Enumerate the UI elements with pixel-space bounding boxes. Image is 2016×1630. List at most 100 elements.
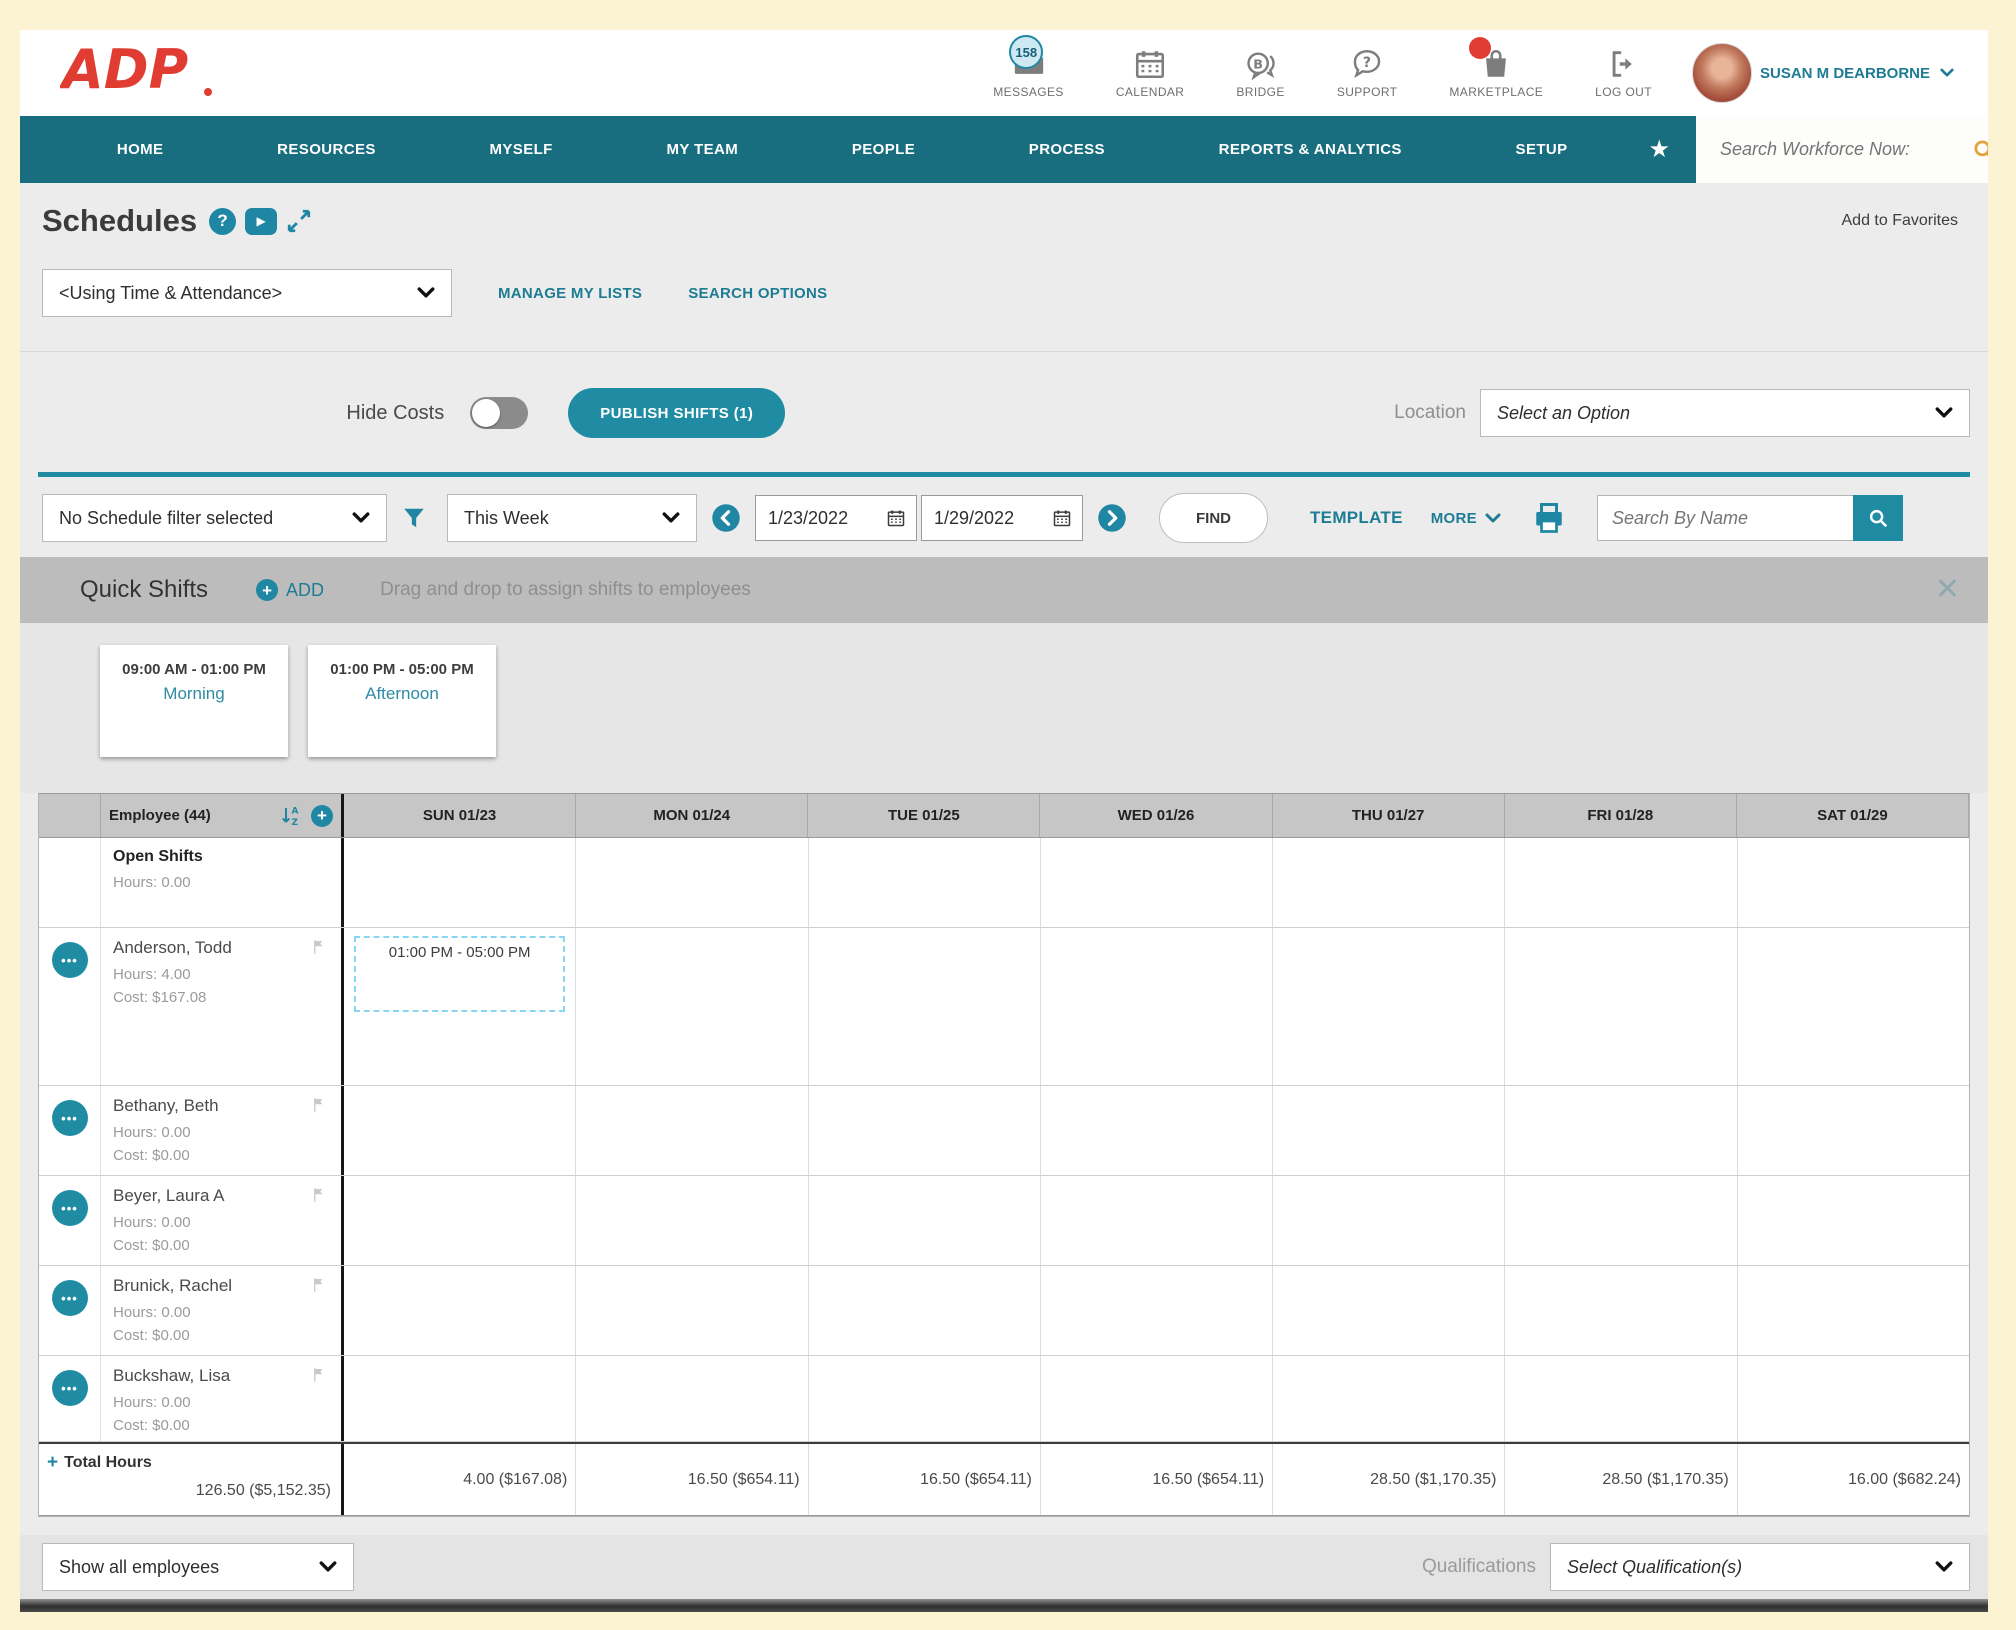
quick-shift-card-morning[interactable]: 09:00 AM - 01:00 PM Morning — [100, 645, 288, 757]
qualifications-select[interactable]: Select Qualification(s) — [1550, 1543, 1970, 1591]
flag-icon[interactable] — [311, 1186, 329, 1204]
marketplace-button[interactable]: MARKETPLACE — [1449, 47, 1543, 99]
schedule-cell[interactable] — [1273, 1176, 1505, 1265]
help-icon[interactable]: ? — [209, 208, 236, 235]
nav-my-team[interactable]: MY TEAM — [666, 141, 738, 158]
schedule-cell[interactable] — [344, 838, 576, 927]
day-header-wed[interactable]: WED 01/26 — [1040, 794, 1272, 837]
next-week-button[interactable] — [1097, 503, 1127, 533]
schedule-cell[interactable] — [1505, 1356, 1737, 1441]
schedule-cell[interactable] — [1738, 1086, 1969, 1175]
user-avatar[interactable] — [1692, 43, 1752, 103]
schedule-cell[interactable] — [1041, 838, 1273, 927]
day-header-tue[interactable]: TUE 01/25 — [808, 794, 1040, 837]
calendar-button[interactable]: CALENDAR — [1116, 47, 1185, 99]
schedule-cell[interactable] — [1041, 1086, 1273, 1175]
schedule-cell[interactable] — [809, 928, 1041, 1085]
search-by-name-input[interactable] — [1597, 495, 1853, 541]
schedule-cell[interactable] — [344, 1086, 576, 1175]
favorites-star-icon[interactable]: ★ — [1648, 116, 1670, 183]
search-options-link[interactable]: SEARCH OPTIONS — [688, 285, 827, 302]
schedule-cell[interactable] — [1041, 1266, 1273, 1355]
schedule-cell[interactable] — [576, 838, 808, 927]
start-date-input[interactable] — [766, 507, 886, 530]
schedule-cell[interactable] — [1505, 1266, 1737, 1355]
row-actions-menu[interactable]: ••• — [52, 1370, 88, 1406]
schedule-cell[interactable]: 01:00 PM - 05:00 PM — [344, 928, 576, 1085]
schedule-cell[interactable] — [1505, 838, 1737, 927]
calendar-icon[interactable] — [886, 508, 906, 528]
print-icon[interactable] — [1531, 500, 1567, 536]
user-menu[interactable]: SUSAN M DEARBORNE — [1760, 65, 1954, 82]
schedule-cell[interactable] — [809, 1086, 1041, 1175]
sort-az-icon[interactable] — [279, 804, 303, 828]
day-header-mon[interactable]: MON 01/24 — [576, 794, 808, 837]
add-to-favorites-link[interactable]: Add to Favorites — [1842, 212, 1959, 230]
publish-shifts-button[interactable]: PUBLISH SHIFTS (1) — [568, 388, 785, 438]
template-link[interactable]: TEMPLATE — [1310, 508, 1403, 528]
schedule-cell[interactable] — [1738, 1356, 1969, 1441]
day-header-sun[interactable]: SUN 01/23 — [344, 794, 576, 837]
day-header-fri[interactable]: FRI 01/28 — [1505, 794, 1737, 837]
add-quick-shift-button[interactable]: + ADD — [256, 579, 324, 601]
schedule-cell[interactable] — [1505, 1086, 1737, 1175]
end-date-input[interactable] — [932, 507, 1052, 530]
quick-shift-card-afternoon[interactable]: 01:00 PM - 05:00 PM Afternoon — [308, 645, 496, 757]
bridge-button[interactable]: BRIDGE — [1236, 47, 1284, 99]
flag-icon[interactable] — [311, 1366, 329, 1384]
nav-myself[interactable]: MYSELF — [489, 141, 552, 158]
schedule-cell[interactable] — [1041, 928, 1273, 1085]
filter-funnel-icon[interactable] — [401, 505, 427, 531]
horizontal-scrollbar[interactable] — [20, 1599, 1988, 1612]
row-actions-menu[interactable]: ••• — [52, 1190, 88, 1226]
adp-logo[interactable]: ADP — [20, 38, 320, 109]
schedule-cell[interactable] — [1041, 1356, 1273, 1441]
flag-icon[interactable] — [311, 938, 329, 956]
close-icon[interactable]: ✕ — [1935, 575, 1960, 605]
expand-icon[interactable] — [286, 208, 312, 234]
list-select[interactable]: <Using Time & Attendance> — [42, 269, 452, 317]
nav-resources[interactable]: RESOURCES — [277, 141, 376, 158]
previous-week-button[interactable] — [711, 503, 741, 533]
schedule-cell[interactable] — [576, 1266, 808, 1355]
schedule-cell[interactable] — [576, 1176, 808, 1265]
schedule-cell[interactable] — [1505, 928, 1737, 1085]
schedule-cell[interactable] — [1273, 928, 1505, 1085]
messages-button[interactable]: 158 MESSAGES — [993, 47, 1064, 99]
nav-process[interactable]: PROCESS — [1029, 141, 1105, 158]
logout-button[interactable]: LOG OUT — [1595, 47, 1652, 99]
schedule-cell[interactable] — [344, 1266, 576, 1355]
video-tutorial-icon[interactable]: ▶ — [245, 208, 277, 235]
schedule-cell[interactable] — [809, 1176, 1041, 1265]
location-select[interactable]: Select an Option — [1480, 389, 1970, 437]
schedule-cell[interactable] — [1505, 1176, 1737, 1265]
schedule-cell[interactable] — [1738, 838, 1969, 927]
flag-icon[interactable] — [311, 1096, 329, 1114]
more-menu[interactable]: MORE — [1431, 510, 1501, 527]
manage-my-lists-link[interactable]: MANAGE MY LISTS — [498, 285, 642, 302]
schedule-cell[interactable] — [1041, 1176, 1273, 1265]
schedule-cell[interactable] — [1738, 1176, 1969, 1265]
day-header-thu[interactable]: THU 01/27 — [1273, 794, 1505, 837]
schedule-cell[interactable] — [344, 1176, 576, 1265]
support-button[interactable]: SUPPORT — [1337, 47, 1398, 99]
schedule-cell[interactable] — [1273, 838, 1505, 927]
schedule-cell[interactable] — [1273, 1356, 1505, 1441]
day-header-sat[interactable]: SAT 01/29 — [1737, 794, 1969, 837]
row-actions-menu[interactable]: ••• — [52, 1100, 88, 1136]
schedule-cell[interactable] — [1273, 1266, 1505, 1355]
schedule-cell[interactable] — [1738, 1266, 1969, 1355]
expand-totals-icon[interactable]: + — [47, 1452, 58, 1474]
schedule-cell[interactable] — [576, 1356, 808, 1441]
nav-home[interactable]: HOME — [117, 141, 164, 158]
nav-setup[interactable]: SETUP — [1516, 141, 1568, 158]
search-by-name-button[interactable] — [1853, 495, 1903, 541]
row-actions-menu[interactable]: ••• — [52, 942, 88, 978]
nav-reports-analytics[interactable]: REPORTS & ANALYTICS — [1219, 141, 1402, 158]
global-search-input[interactable] — [1696, 139, 1988, 160]
flag-icon[interactable] — [311, 1276, 329, 1294]
schedule-cell[interactable] — [1273, 1086, 1505, 1175]
show-employees-select[interactable]: Show all employees — [42, 1543, 354, 1591]
calendar-icon[interactable] — [1052, 508, 1072, 528]
schedule-cell[interactable] — [1738, 928, 1969, 1085]
